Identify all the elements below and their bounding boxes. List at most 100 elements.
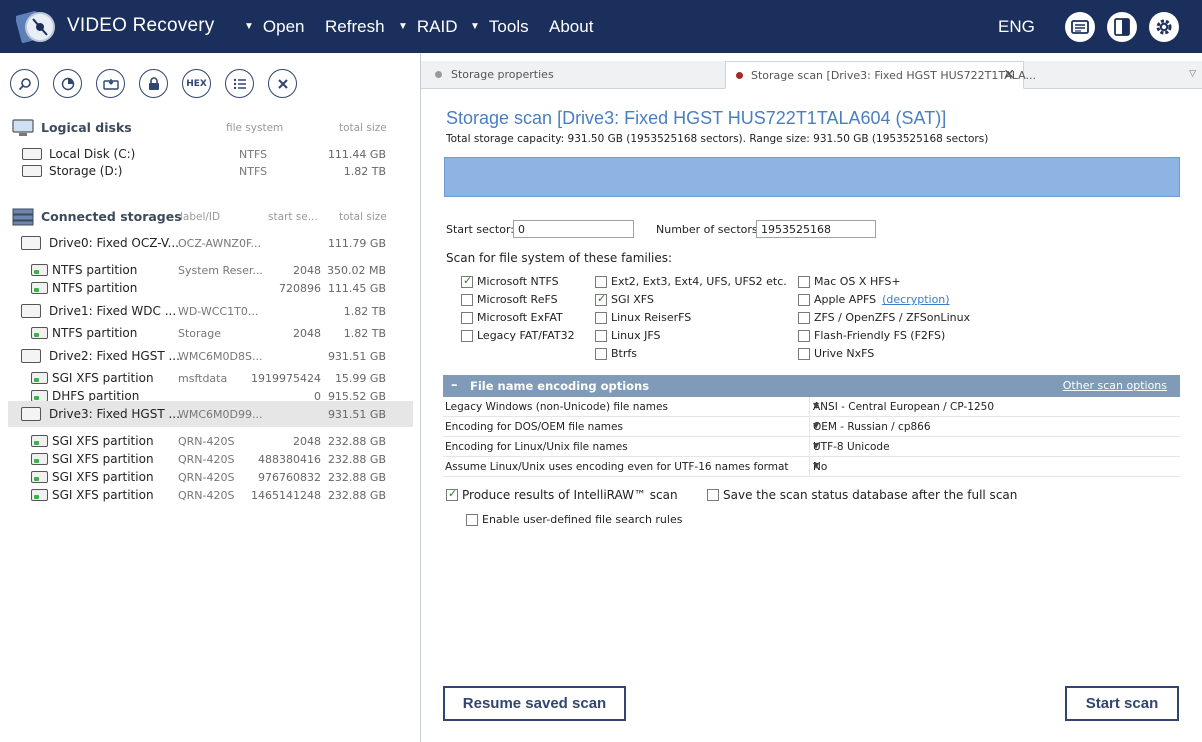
checkbox-box[interactable] xyxy=(798,312,810,324)
checkbox-box[interactable] xyxy=(798,276,810,288)
storage-drive-row[interactable]: Drive0: Fixed OCZ-V... OCZ-AWNZ0F... 111.7… xyxy=(8,234,413,252)
storage-name: SGI XFS partition xyxy=(52,371,154,385)
fs-family-checkbox[interactable]: Flash-Friendly FS (F2FS) xyxy=(798,328,998,344)
storage-drive-row[interactable]: Drive1: Fixed WDC ... WD-WCC1T0... 1.82 TB xyxy=(8,302,413,320)
fs-family-checkbox[interactable]: Btrfs xyxy=(595,346,795,362)
user-rules-checkbox[interactable]: Enable user-defined file search rules xyxy=(466,512,726,528)
checkbox-box[interactable] xyxy=(595,276,607,288)
fs-family-checkbox[interactable]: ZFS / OpenZFS / ZFSonLinux xyxy=(798,310,998,326)
fs-family-checkbox[interactable]: SGI XFS xyxy=(595,292,795,308)
lock-icon[interactable] xyxy=(139,69,168,98)
checkbox-box[interactable] xyxy=(707,489,719,501)
storage-label: msftdata xyxy=(178,372,228,385)
storage-size: 1.82 TB xyxy=(343,305,386,318)
checkbox-box[interactable] xyxy=(461,312,473,324)
checkbox-box[interactable] xyxy=(595,348,607,360)
tab-storage-scan[interactable]: Storage scan [Drive3: Fixed HGST HUS722T… xyxy=(725,61,1036,89)
partition-icon xyxy=(31,489,48,501)
settings-icon[interactable] xyxy=(1149,12,1179,42)
storage-start-sector: 1919975424 xyxy=(251,372,321,385)
storage-partition-row[interactable]: SGI XFS partition QRN-420S 976760832 232.88… xyxy=(8,468,413,486)
checkbox-box[interactable] xyxy=(798,330,810,342)
decryption-link[interactable]: (decryption) xyxy=(882,293,949,306)
fs-family-checkbox[interactable]: Linux ReiserFS xyxy=(595,310,795,326)
dropdown-arrow-icon[interactable]: ▼ xyxy=(813,441,1174,450)
menu-refresh[interactable]: Refresh xyxy=(325,17,385,37)
num-sectors-input[interactable] xyxy=(756,220,876,238)
close-icon[interactable] xyxy=(268,69,297,98)
collapse-icon[interactable]: – xyxy=(451,378,458,393)
fs-family-checkbox[interactable]: Microsoft ExFAT xyxy=(461,310,591,326)
language-selector[interactable]: ENG xyxy=(998,17,1035,37)
logical-disk-row[interactable]: Local Disk (C:) NTFS 111.44 GB xyxy=(8,145,413,163)
dropdown-arrow-icon[interactable]: ▼ xyxy=(813,461,1174,470)
fs-family-label: Linux ReiserFS xyxy=(611,311,692,324)
list-icon[interactable] xyxy=(225,69,254,98)
checkbox-box[interactable] xyxy=(466,514,478,526)
storage-size: 232.88 GB xyxy=(327,489,386,502)
fs-family-checkbox[interactable]: Ext2, Ext3, Ext4, UFS, UFS2 etc. xyxy=(595,274,795,290)
logical-disks-header: Logical disks file system total size xyxy=(12,119,412,137)
storage-label: Storage xyxy=(178,327,222,340)
tab-storage-properties[interactable]: Storage properties xyxy=(421,61,725,89)
left-panel: HEX Logical disks file system total size… xyxy=(0,53,421,742)
start-sector-input[interactable] xyxy=(513,220,634,238)
fs-family-checkbox[interactable]: Urive NxFS xyxy=(798,346,998,362)
scan-icon[interactable] xyxy=(53,69,82,98)
storage-start-sector: 720896 xyxy=(279,282,321,295)
storage-partition-row[interactable]: SGI XFS partition msftdata 1919975424 15.99… xyxy=(8,369,413,387)
fs-family-checkbox[interactable]: Linux JFS xyxy=(595,328,795,344)
logical-disk-row[interactable]: Storage (D:) NTFS 1.82 TB xyxy=(8,162,413,180)
checkbox-box[interactable] xyxy=(461,330,473,342)
menu-tools[interactable]: ▼ Tools xyxy=(470,17,529,37)
encoding-select[interactable]: OEM - Russian / cp866 ▼ xyxy=(809,417,1180,437)
checkbox-box[interactable] xyxy=(798,348,810,360)
families-label: Scan for file system of these families: xyxy=(446,251,673,265)
other-scan-options-link[interactable]: Other scan options xyxy=(1063,379,1167,392)
checkbox-box[interactable] xyxy=(595,292,607,306)
storage-partition-row[interactable]: SGI XFS partition QRN-420S 2048 232.88 GB xyxy=(8,432,413,450)
save-db-checkbox[interactable]: Save the scan status database after the … xyxy=(707,487,1037,503)
encoding-select[interactable]: No ▼ xyxy=(809,457,1180,477)
encoding-select[interactable]: UTF-8 Unicode ▼ xyxy=(809,437,1180,457)
menu-about[interactable]: About xyxy=(549,17,593,37)
start-scan-button[interactable]: Start scan xyxy=(1065,686,1179,721)
storage-label: QRN-420S xyxy=(178,453,235,466)
fs-family-label: Flash-Friendly FS (F2FS) xyxy=(814,329,946,342)
menu-raid[interactable]: ▼ RAID xyxy=(398,17,458,37)
checkbox-box[interactable] xyxy=(446,487,458,501)
storage-drive-row[interactable]: Drive3: Fixed HGST ... WMC6M0D99... 931.51… xyxy=(8,401,413,427)
checkbox-box[interactable] xyxy=(595,312,607,324)
encoding-options-header[interactable]: – File name encoding options Other scan … xyxy=(443,375,1180,397)
storage-drive-row[interactable]: Drive2: Fixed HGST ... WMC6M0D8S... 931.51… xyxy=(8,347,413,365)
fs-family-checkbox[interactable]: Mac OS X HFS+ xyxy=(798,274,998,290)
storage-partition-row[interactable]: SGI XFS partition QRN-420S 488380416 232.88… xyxy=(8,450,413,468)
fs-family-checkbox[interactable]: Microsoft NTFS xyxy=(461,274,591,290)
sector-range-bar[interactable] xyxy=(444,157,1180,197)
storage-size: 931.51 GB xyxy=(327,350,386,363)
encoding-select[interactable]: ANSI - Central European / CP-1250 ▼ xyxy=(809,397,1180,417)
panel-icon[interactable] xyxy=(1107,12,1137,42)
storage-partition-row[interactable]: NTFS partition System Reser... 2048 350.02 … xyxy=(8,261,413,279)
storage-partition-row[interactable]: NTFS partition Storage 2048 1.82 TB xyxy=(8,324,413,342)
menu-open[interactable]: ▼ Open xyxy=(244,17,305,37)
dropdown-arrow-icon[interactable]: ▼ xyxy=(813,421,1174,430)
tab-overflow-icon[interactable]: ▽ xyxy=(1189,69,1196,79)
checkbox-box[interactable] xyxy=(798,294,810,306)
hex-icon[interactable]: HEX xyxy=(182,69,211,98)
dropdown-arrow-icon[interactable]: ▼ xyxy=(813,401,1174,410)
storage-partition-row[interactable]: NTFS partition 720896 111.45 GB xyxy=(8,279,413,297)
search-icon[interactable] xyxy=(10,69,39,98)
checkbox-box[interactable] xyxy=(461,294,473,306)
tab-close-icon[interactable]: ✕ xyxy=(1003,67,1015,83)
fs-family-checkbox[interactable]: Legacy FAT/FAT32 xyxy=(461,328,591,344)
log-icon[interactable] xyxy=(1065,12,1095,42)
fs-family-checkbox[interactable]: Apple APFS (decryption) xyxy=(798,292,998,308)
intelliraw-checkbox[interactable]: Produce results of IntelliRAW™ scan xyxy=(446,487,706,503)
checkbox-box[interactable] xyxy=(461,274,473,288)
checkbox-box[interactable] xyxy=(595,330,607,342)
image-icon[interactable] xyxy=(96,69,125,98)
storage-partition-row[interactable]: SGI XFS partition QRN-420S 1465141248 232.8… xyxy=(8,486,413,504)
fs-family-checkbox[interactable]: Microsoft ReFS xyxy=(461,292,591,308)
resume-saved-scan-button[interactable]: Resume saved scan xyxy=(443,686,626,721)
